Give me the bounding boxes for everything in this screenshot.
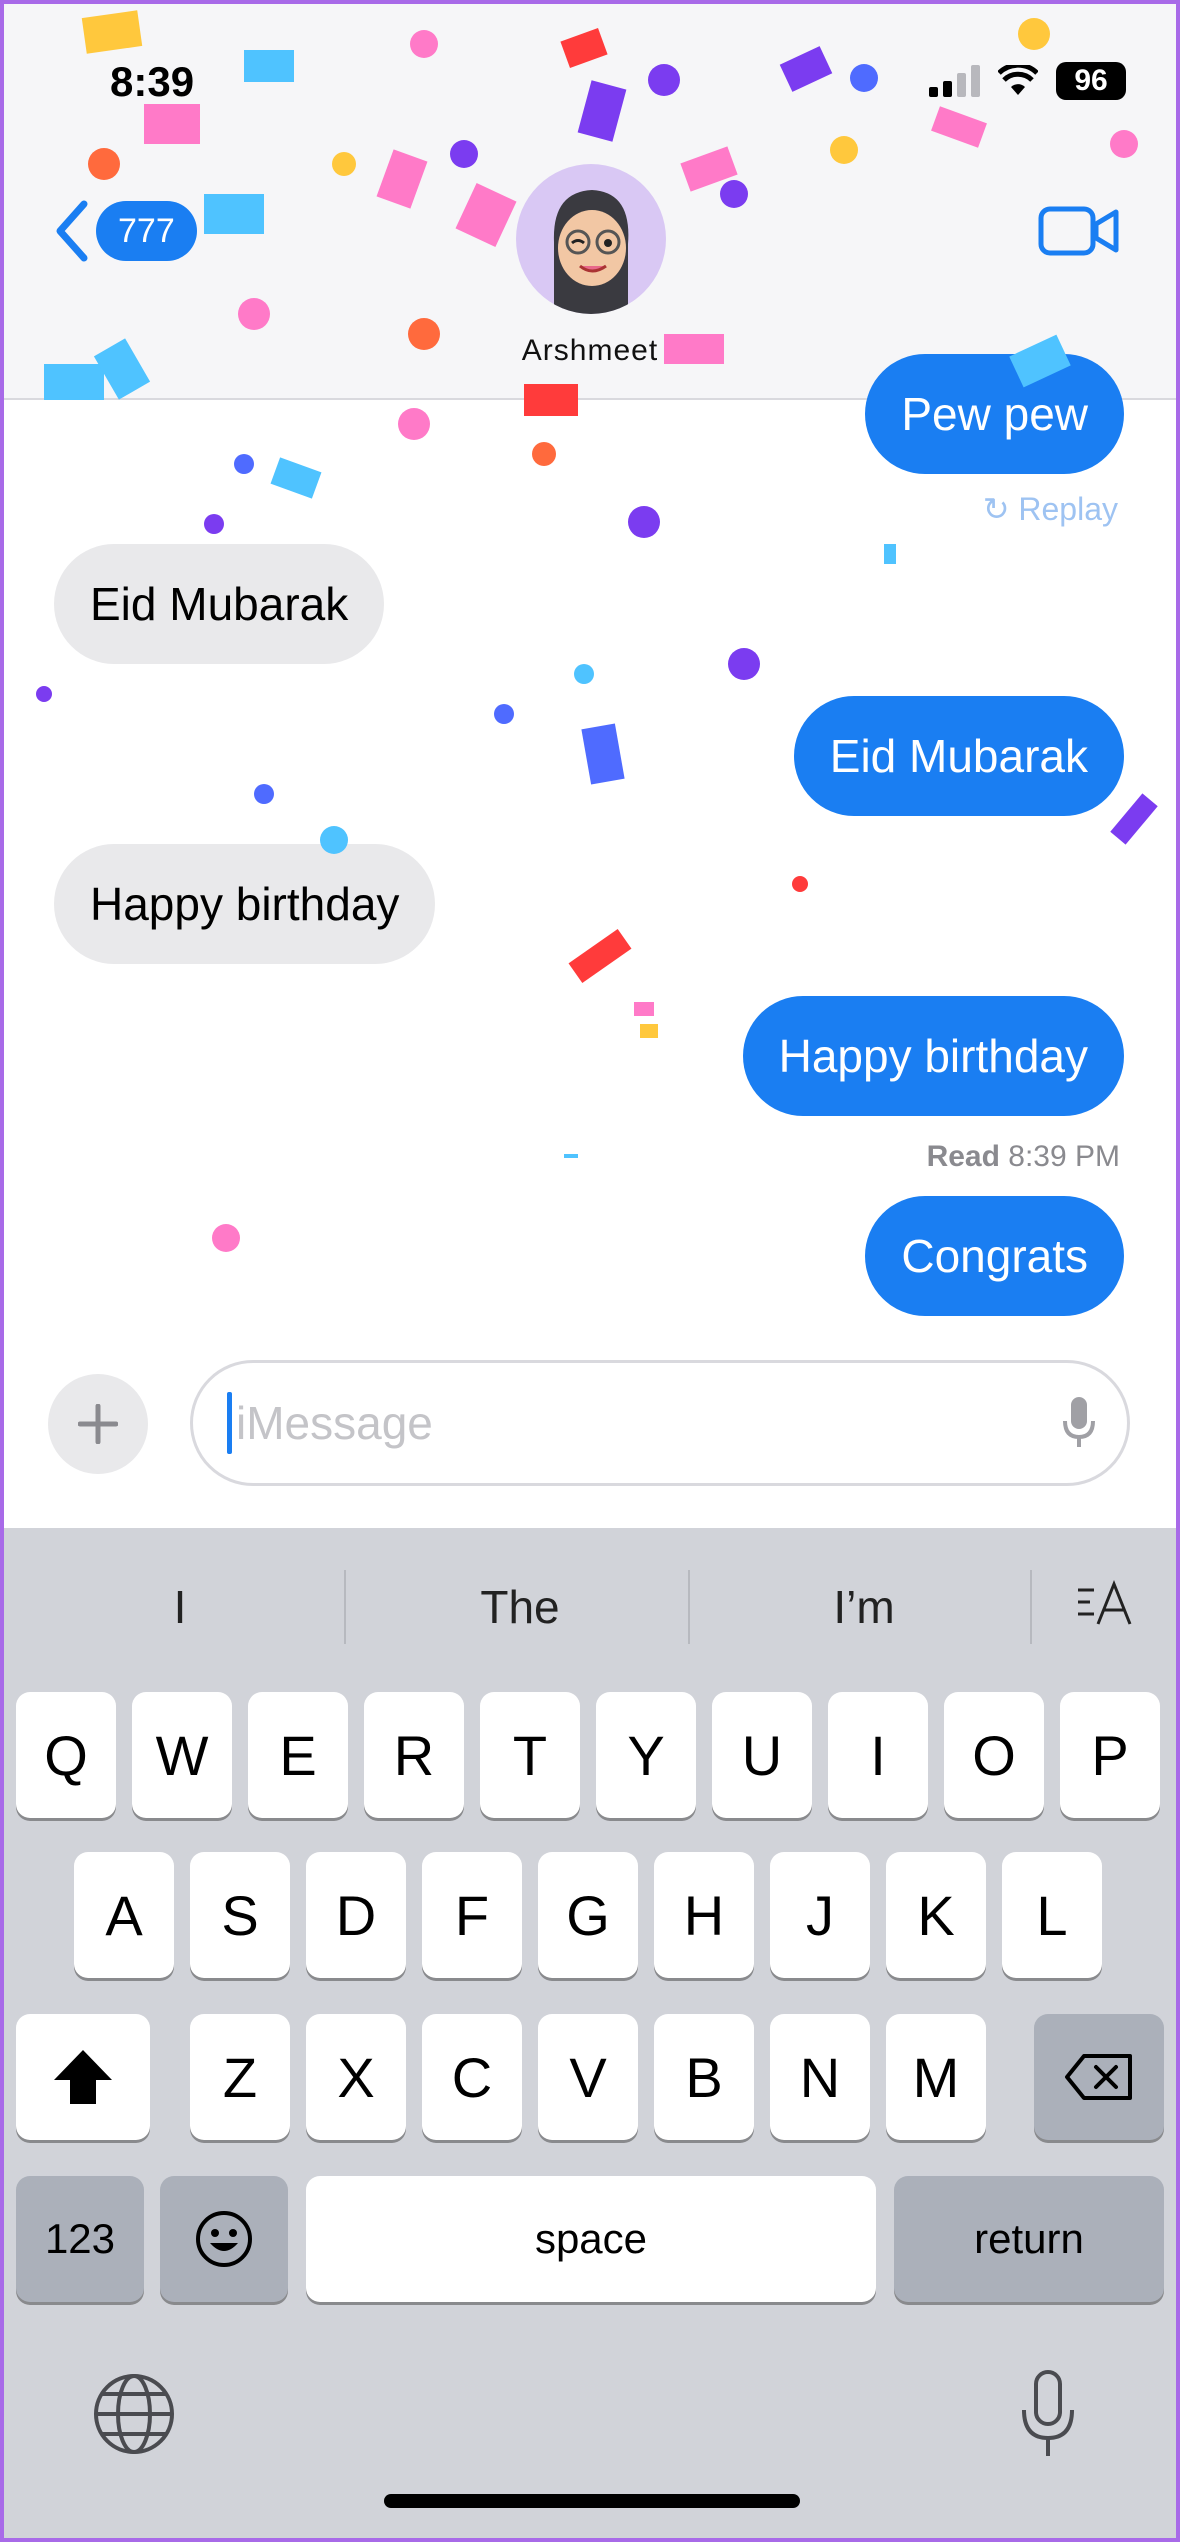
globe-icon xyxy=(94,2374,174,2454)
shift-key[interactable] xyxy=(16,2014,150,2140)
memoji-avatar-icon xyxy=(553,190,629,314)
delete-key[interactable] xyxy=(1034,2014,1164,2140)
key-c[interactable]: C xyxy=(422,2014,522,2140)
keyboard: I The I’m Q W E R T Y U I O P A S D F G … xyxy=(4,1528,1176,2538)
battery-indicator: 96 xyxy=(1056,62,1126,100)
avatar[interactable] xyxy=(516,164,666,314)
key-q[interactable]: Q xyxy=(16,1692,116,1818)
message-input[interactable]: iMessage xyxy=(190,1360,1130,1486)
key-y[interactable]: Y xyxy=(596,1692,696,1818)
key-p[interactable]: P xyxy=(1060,1692,1160,1818)
key-w[interactable]: W xyxy=(132,1692,232,1818)
replay-icon: ↻ xyxy=(982,491,1010,527)
facetime-button[interactable] xyxy=(1038,204,1120,263)
text-format-icon xyxy=(1078,1579,1132,1625)
back-button[interactable]: 777 xyxy=(54,200,197,262)
key-t[interactable]: T xyxy=(480,1692,580,1818)
message-bubble-outgoing[interactable]: Happy birthday xyxy=(742,996,1124,1116)
suggestion-2[interactable]: The xyxy=(370,1580,670,1634)
key-v[interactable]: V xyxy=(538,2014,638,2140)
key-m[interactable]: M xyxy=(886,2014,986,2140)
suggestion-separator xyxy=(688,1570,690,1644)
return-key[interactable]: return xyxy=(894,2176,1164,2302)
keyboard-dictation-button[interactable] xyxy=(1016,2368,1080,2465)
key-s[interactable]: S xyxy=(190,1852,290,1978)
read-time: 8:39 PM xyxy=(1008,1140,1120,1173)
key-h[interactable]: H xyxy=(654,1852,754,1978)
message-bubble-incoming[interactable]: Eid Mubarak xyxy=(54,544,385,664)
key-g[interactable]: G xyxy=(538,1852,638,1978)
key-n[interactable]: N xyxy=(770,2014,870,2140)
unread-count-badge: 777 xyxy=(96,201,197,261)
suggestion-separator xyxy=(344,1570,346,1644)
apps-plus-button[interactable] xyxy=(48,1374,148,1474)
message-input-placeholder: iMessage xyxy=(236,1397,433,1449)
home-indicator[interactable] xyxy=(384,2494,800,2508)
dictation-button[interactable] xyxy=(1061,1395,1097,1456)
key-z[interactable]: Z xyxy=(190,2014,290,2140)
key-j[interactable]: J xyxy=(770,1852,870,1978)
messages-screen: 8:39 96 777 Arshmeet Pew pew ↻ Replay Ei… xyxy=(4,4,1176,2538)
replay-label: Replay xyxy=(1018,491,1118,527)
status-time: 8:39 xyxy=(110,58,195,105)
key-e[interactable]: E xyxy=(248,1692,348,1818)
read-receipt: Read 8:39 PM xyxy=(927,1140,1120,1174)
microphone-icon xyxy=(1063,1397,1095,1447)
globe-button[interactable] xyxy=(92,2372,176,2461)
key-i[interactable]: I xyxy=(828,1692,928,1818)
message-bubble-outgoing[interactable]: Congrats xyxy=(865,1196,1124,1316)
suggestion-separator xyxy=(1030,1570,1032,1644)
plus-icon xyxy=(78,1404,118,1444)
key-d[interactable]: D xyxy=(306,1852,406,1978)
key-u[interactable]: U xyxy=(712,1692,812,1818)
key-l[interactable]: L xyxy=(1002,1852,1102,1978)
message-bubble-outgoing[interactable]: Eid Mubarak xyxy=(793,696,1124,816)
message-bubble-incoming[interactable]: Happy birthday xyxy=(54,844,436,964)
message-bubble-outgoing[interactable]: Pew pew xyxy=(865,354,1124,474)
suggestion-1[interactable]: I xyxy=(30,1580,330,1634)
key-o[interactable]: O xyxy=(944,1692,1044,1818)
video-camera-icon xyxy=(1038,206,1119,256)
wifi-icon xyxy=(998,65,1038,95)
status-icons: 96 xyxy=(929,62,1126,100)
conversation-header: 8:39 96 777 Arshmeet xyxy=(4,4,1176,400)
key-k[interactable]: K xyxy=(886,1852,986,1978)
predictive-text-bar: I The I’m xyxy=(4,1528,1176,1678)
chevron-left-icon xyxy=(56,200,88,262)
space-key[interactable]: space xyxy=(306,2176,876,2302)
emoji-key[interactable] xyxy=(160,2176,288,2302)
emoji-icon xyxy=(196,2211,252,2267)
key-f[interactable]: F xyxy=(422,1852,522,1978)
cellular-signal-icon xyxy=(929,65,980,97)
key-r[interactable]: R xyxy=(364,1692,464,1818)
key-x[interactable]: X xyxy=(306,2014,406,2140)
text-caret xyxy=(227,1392,232,1454)
text-format-button[interactable] xyxy=(1074,1576,1134,1637)
read-label: Read xyxy=(926,1140,1000,1173)
replay-effect-link[interactable]: ↻ Replay xyxy=(983,490,1118,528)
microphone-icon xyxy=(1022,2370,1074,2456)
key-a[interactable]: A xyxy=(74,1852,174,1978)
key-b[interactable]: B xyxy=(654,2014,754,2140)
shift-icon xyxy=(54,2050,112,2104)
suggestion-3[interactable]: I’m xyxy=(714,1580,1014,1634)
backspace-icon xyxy=(1065,2054,1132,2100)
numbers-key[interactable]: 123 xyxy=(16,2176,144,2302)
